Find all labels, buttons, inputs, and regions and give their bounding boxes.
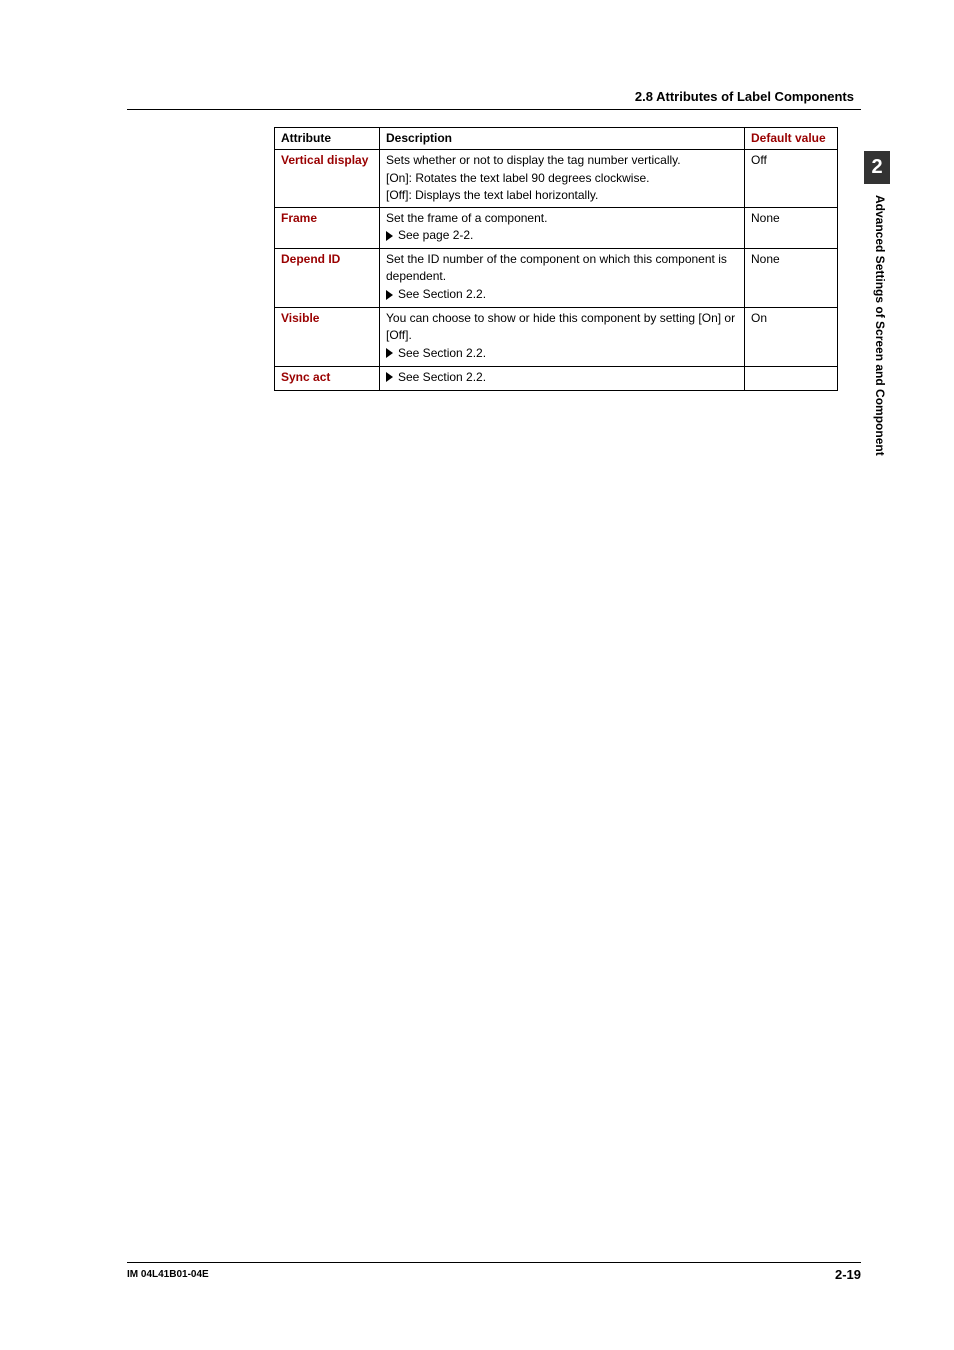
see-reference-text: See Section 2.2. <box>398 286 486 303</box>
attribute-cell: Sync act <box>275 366 380 390</box>
footer-doc-id: IM 04L41B01-04E <box>127 1269 209 1280</box>
col-header-default: Default value <box>745 128 838 150</box>
header-description-text: Description <box>386 131 452 145</box>
description-line: Sets whether or not to display the tag n… <box>386 152 738 169</box>
triangle-right-icon <box>386 231 393 241</box>
chapter-tab: 2 <box>864 151 890 184</box>
default-value-cell: On <box>745 307 838 366</box>
attributes-table-wrap: Attribute Description Default value Vert… <box>274 127 838 391</box>
table-row: Depend ID Set the ID number of the compon… <box>275 249 838 308</box>
triangle-right-icon <box>386 372 393 382</box>
description-line: [Off]: Displays the text label horizonta… <box>386 187 738 204</box>
see-reference-text: See Section 2.2. <box>398 369 486 386</box>
triangle-right-icon <box>386 348 393 358</box>
table-row: Vertical display Sets whether or not to d… <box>275 150 838 207</box>
table-header-row: Attribute Description Default value <box>275 128 838 150</box>
description-cell: Sets whether or not to display the tag n… <box>380 150 745 207</box>
attribute-cell: Depend ID <box>275 249 380 308</box>
triangle-right-icon <box>386 290 393 300</box>
table-row: Visible You can choose to show or hide th… <box>275 307 838 366</box>
see-reference-text: See Section 2.2. <box>398 345 486 362</box>
attribute-name: Vertical display <box>281 153 368 167</box>
description-line: You can choose to show or hide this comp… <box>386 310 738 345</box>
footer-page-number: 2-19 <box>835 1267 861 1282</box>
default-value-cell: None <box>745 249 838 308</box>
table-row: Sync act See Section 2.2. <box>275 366 838 390</box>
description-line: Set the frame of a component. <box>386 210 738 227</box>
col-header-description: Description <box>380 128 745 150</box>
see-reference-text: See page 2-2. <box>398 227 473 244</box>
attribute-name: Visible <box>281 311 319 325</box>
attribute-name: Depend ID <box>281 252 340 266</box>
see-reference: See Section 2.2. <box>386 345 486 362</box>
default-value-cell <box>745 366 838 390</box>
attribute-name: Sync act <box>281 370 330 384</box>
description-cell: You can choose to show or hide this comp… <box>380 307 745 366</box>
description-line: Set the ID number of the component on wh… <box>386 251 738 286</box>
page: 2.8 Attributes of Label Components Attri… <box>0 0 954 1350</box>
description-cell: Set the frame of a component.See page 2-… <box>380 207 745 248</box>
see-reference: See Section 2.2. <box>386 286 486 303</box>
attributes-table: Attribute Description Default value Vert… <box>274 127 838 391</box>
col-header-attribute: Attribute <box>275 128 380 150</box>
see-reference: See page 2-2. <box>386 227 473 244</box>
table-row: Frame Set the frame of a component.See pa… <box>275 207 838 248</box>
default-value-cell: None <box>745 207 838 248</box>
default-value-cell: Off <box>745 150 838 207</box>
header-default-text: Default value <box>751 131 826 145</box>
attribute-name: Frame <box>281 211 317 225</box>
see-reference: See Section 2.2. <box>386 369 486 386</box>
description-line: [On]: Rotates the text label 90 degrees … <box>386 170 738 187</box>
chapter-tab-label: Advanced Settings of Screen and Componen… <box>873 195 887 456</box>
footer-rule <box>127 1262 861 1263</box>
section-heading: 2.8 Attributes of Label Components <box>635 89 854 104</box>
attribute-cell: Visible <box>275 307 380 366</box>
header-rule <box>127 109 861 110</box>
description-cell: See Section 2.2. <box>380 366 745 390</box>
attribute-cell: Vertical display <box>275 150 380 207</box>
attribute-cell: Frame <box>275 207 380 248</box>
table-body: Vertical display Sets whether or not to d… <box>275 150 838 390</box>
description-cell: Set the ID number of the component on wh… <box>380 249 745 308</box>
header-attribute-text: Attribute <box>281 131 331 145</box>
